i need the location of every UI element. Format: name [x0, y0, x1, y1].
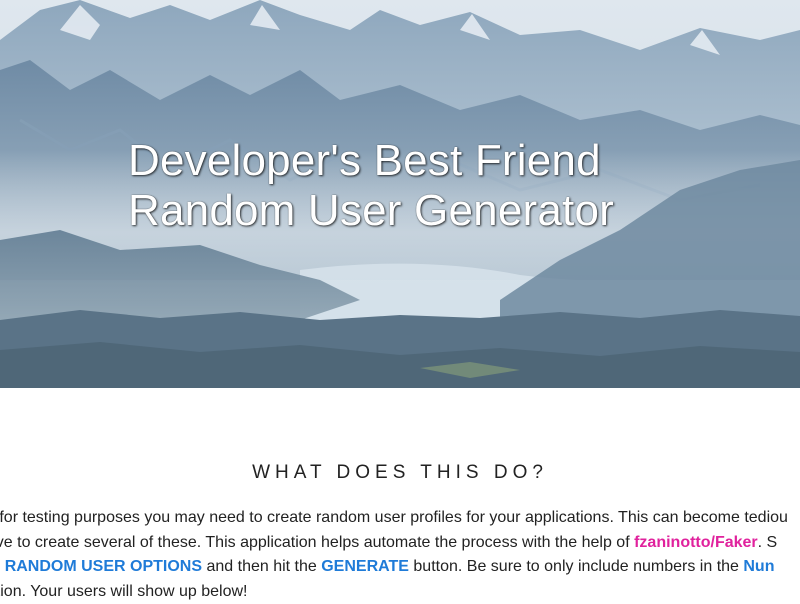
description-line-1: es for testing purposes you may need to …	[0, 506, 800, 531]
description-line-3: the RANDOM USER OPTIONS and then hit the…	[0, 555, 800, 580]
description-line-3-mid: and then hit the	[202, 558, 321, 575]
hero-title: Developer's Best Friend Random User Gene…	[128, 136, 614, 236]
description-line-4: option. Your users will show up below!	[0, 580, 800, 604]
faker-link[interactable]: fzaninotto/Faker	[634, 534, 758, 551]
number-option-link[interactable]: Nun	[743, 558, 774, 575]
hero-banner: Developer's Best Friend Random User Gene…	[0, 0, 800, 388]
description-line-2: have to create several of these. This ap…	[0, 531, 800, 556]
generate-link[interactable]: GENERATE	[321, 558, 409, 575]
section-heading: WHAT DOES THIS DO?	[0, 462, 800, 484]
description-line-4-text: option. Your users will show up below!	[0, 583, 248, 600]
hero-title-line-1: Developer's Best Friend	[128, 136, 614, 186]
description-text: es for testing purposes you may need to …	[0, 506, 800, 604]
description-line-2-text: have to create several of these. This ap…	[0, 534, 634, 551]
description-line-3-tail: button. Be sure to only include numbers …	[409, 558, 743, 575]
random-user-options-link[interactable]: RANDOM USER OPTIONS	[5, 558, 202, 575]
hero-title-line-2: Random User Generator	[128, 186, 614, 236]
description-line-2-tail: . S	[758, 534, 778, 551]
description-line-1-text: es for testing purposes you may need to …	[0, 509, 788, 526]
